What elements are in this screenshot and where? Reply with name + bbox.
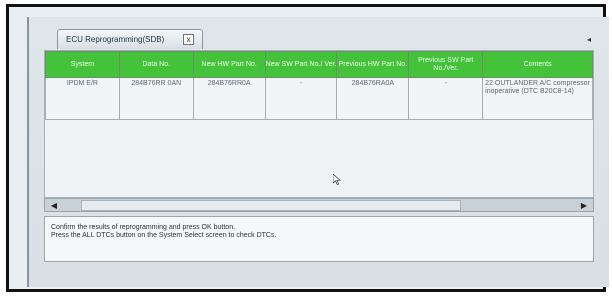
scroll-left-icon[interactable]: ◀ xyxy=(47,200,61,211)
cell-data-no: 284B76RR 0AN xyxy=(118,77,194,120)
cell-prev-sw: - xyxy=(408,77,484,120)
scrollbar-thumb[interactable] xyxy=(81,200,461,211)
cell-contents: 22 OUTLANDER A/C compressor inoperative … xyxy=(482,77,593,120)
cell-system: IPDM E/R xyxy=(45,77,120,120)
close-icon[interactable]: x xyxy=(183,34,194,45)
scroll-right-icon[interactable]: ▶ xyxy=(577,200,591,211)
column-header-system: System xyxy=(45,51,120,78)
cell-new-hw: 284B76RR0A xyxy=(192,77,266,120)
column-header-new-hw: New HW Part No. xyxy=(192,51,266,78)
message-box: Confirm the results of reprogramming and… xyxy=(44,216,594,262)
column-header-prev-hw: Previous HW Part No. xyxy=(336,51,410,78)
tab-ecu-reprogramming[interactable]: ECU Reprogramming(SDB) x xyxy=(57,29,203,49)
message-line-2: Press the ALL DTCs button on the System … xyxy=(51,232,277,239)
table-header-row: System Data No. New HW Part No. New SW P… xyxy=(45,51,593,78)
cell-new-sw: - xyxy=(264,77,338,120)
column-header-prev-sw: Previous SW Part No./Ver. xyxy=(408,51,484,78)
mouse-cursor-icon xyxy=(333,174,341,185)
horizontal-scrollbar[interactable]: ◀ ▶ xyxy=(44,198,594,212)
cell-prev-hw: 284B76RA0A xyxy=(336,77,410,120)
message-line-1: Confirm the results of reprogramming and… xyxy=(51,224,236,231)
result-table: System Data No. New HW Part No. New SW P… xyxy=(44,50,594,198)
table-row[interactable]: IPDM E/R 284B76RR 0AN 284B76RR0A - 284B7… xyxy=(45,77,593,120)
column-header-new-sw: New SW Part No./ Ver. xyxy=(264,51,338,78)
tab-title: ECU Reprogramming(SDB) xyxy=(66,35,165,44)
column-header-contents: Contents xyxy=(482,51,593,78)
tab-scroll-icon[interactable]: ◂ xyxy=(587,35,599,45)
column-header-data-no: Data No. xyxy=(118,51,194,78)
